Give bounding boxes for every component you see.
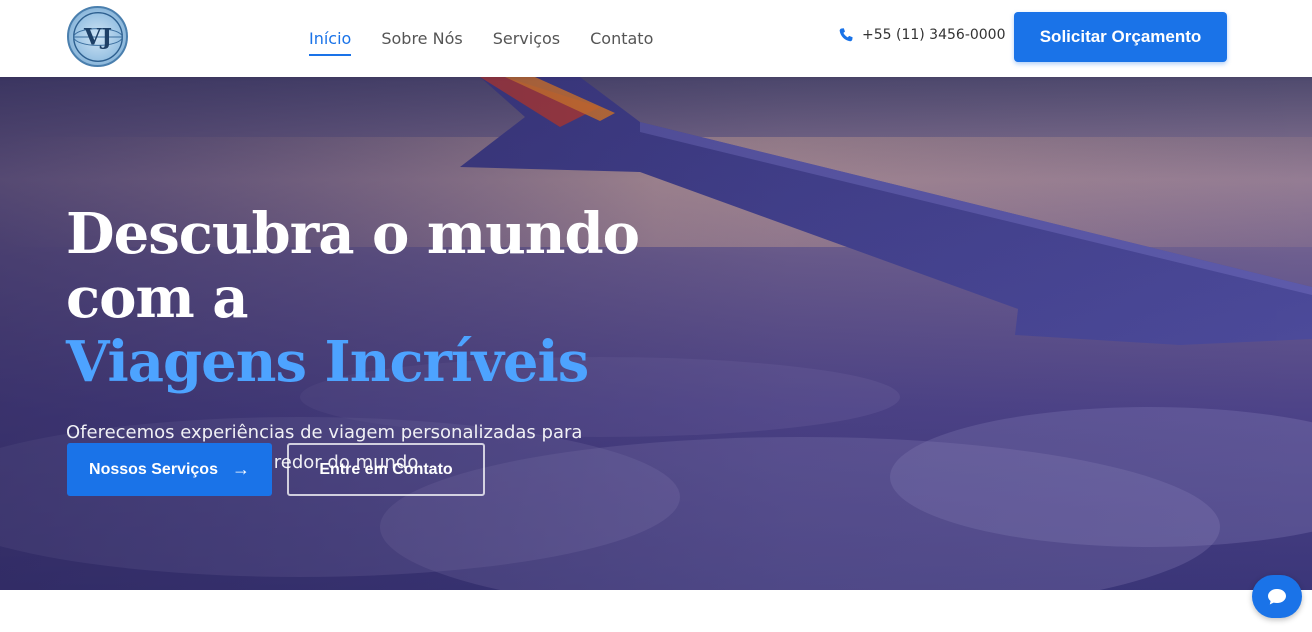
svg-text:VJ: VJ <box>83 24 112 50</box>
logo[interactable]: VJ <box>67 6 128 67</box>
our-services-button[interactable]: Nossos Serviços → <box>67 443 272 496</box>
chat-widget-button[interactable] <box>1252 575 1302 618</box>
contact-us-button[interactable]: Entre em Contato <box>287 443 485 496</box>
hero-content: Descubra o mundo com a Viagens Incríveis… <box>66 202 766 478</box>
arrow-right-icon: → <box>231 459 250 479</box>
nav-link-contato[interactable]: Contato <box>590 25 653 52</box>
phone-contact[interactable]: +55 (11) 3456-0000 <box>838 27 1006 43</box>
phone-icon <box>838 27 854 43</box>
site-header: VJ Início Sobre Nós Serviços Contato +55… <box>0 0 1312 77</box>
hero-section: Descubra o mundo com a Viagens Incríveis… <box>0 77 1312 590</box>
chat-icon <box>1268 588 1286 604</box>
main-nav: Início Sobre Nós Serviços Contato <box>309 0 683 77</box>
logo-emblem-icon: VJ <box>72 11 123 62</box>
hero-title-brand: Viagens Incríveis <box>66 329 589 395</box>
our-services-label: Nossos Serviços <box>89 460 218 478</box>
nav-link-inicio[interactable]: Início <box>309 25 352 56</box>
phone-number: +55 (11) 3456-0000 <box>862 27 1006 43</box>
hero-title-line1: Descubra o mundo com a <box>66 201 640 331</box>
request-quote-button[interactable]: Solicitar Orçamento <box>1014 12 1227 62</box>
nav-link-servicos[interactable]: Serviços <box>493 25 560 52</box>
hero-title: Descubra o mundo com a Viagens Incríveis <box>66 202 766 394</box>
nav-link-sobre-nos[interactable]: Sobre Nós <box>381 25 462 52</box>
hero-buttons: Nossos Serviços → Entre em Contato <box>67 443 485 496</box>
